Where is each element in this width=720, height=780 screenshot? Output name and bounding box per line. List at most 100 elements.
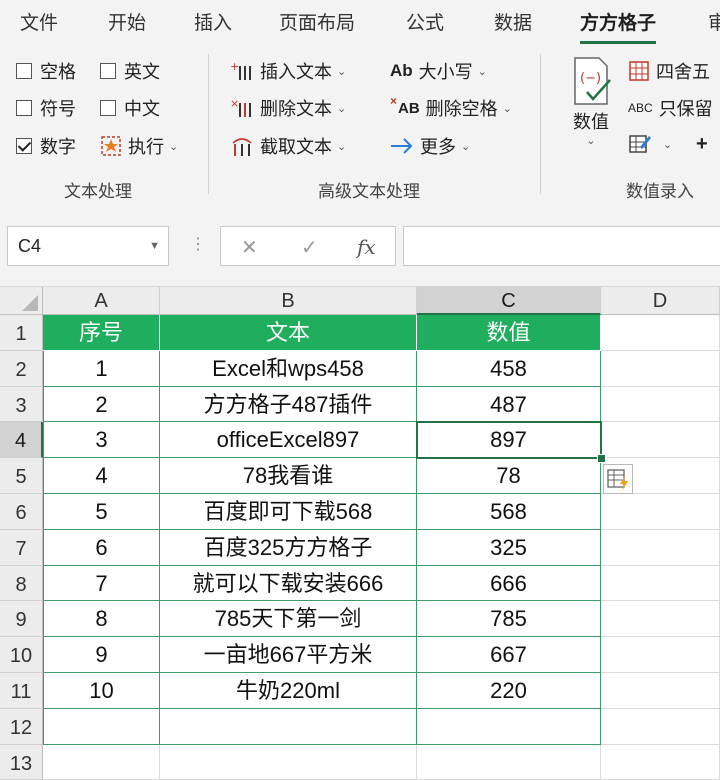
cell-b8[interactable]: 就可以下载安装666	[160, 565, 417, 602]
cell-d2[interactable]	[601, 350, 720, 387]
cell-c5[interactable]: 78	[417, 458, 601, 494]
cancel-icon[interactable]: ✕	[241, 235, 258, 260]
cell-d4[interactable]	[601, 422, 720, 459]
tab-insert[interactable]: 插入	[194, 8, 232, 35]
row-header-9[interactable]: 9	[0, 601, 43, 638]
tab-data[interactable]: 数据	[494, 8, 532, 35]
row-header-12[interactable]: 12	[0, 708, 43, 745]
round-button[interactable]: 四舍五	[628, 58, 710, 84]
tab-fangfang-gezi[interactable]: 方方格子	[580, 8, 657, 44]
extract-text-button[interactable]: 截取文本 ⌄	[230, 133, 346, 159]
cell-c8[interactable]: 666	[417, 565, 601, 602]
cell-a11[interactable]: 10	[43, 673, 160, 709]
cell-c6[interactable]: 568	[417, 494, 601, 530]
column-header-c[interactable]: C	[417, 287, 601, 315]
cell-c13[interactable]	[417, 744, 601, 780]
cell-a5[interactable]: 4	[43, 458, 160, 494]
numeric-button[interactable]: (−) 数值 ⌄	[566, 56, 616, 147]
insert-text-button[interactable]: + 插入文本 ⌄	[230, 58, 346, 84]
formula-input[interactable]	[403, 226, 720, 266]
cell-a9[interactable]: 8	[43, 601, 160, 638]
quick-analysis-icon[interactable]	[603, 464, 633, 494]
row-header-1[interactable]: 1	[0, 315, 43, 351]
column-header-a[interactable]: A	[43, 287, 160, 315]
cell-c3[interactable]: 487	[417, 386, 601, 423]
delete-text-button[interactable]: × 删除文本 ⌄	[230, 95, 346, 121]
cell-d8[interactable]	[601, 565, 720, 602]
keep-only-button[interactable]: ABC 只保留	[628, 95, 713, 121]
cell-b7[interactable]: 百度325方方格子	[160, 529, 417, 566]
cell-a13[interactable]	[43, 744, 160, 780]
row-header-6[interactable]: 6	[0, 494, 43, 530]
drag-handle-icon[interactable]: ⋮	[190, 234, 206, 254]
add-button[interactable]: +	[696, 133, 708, 156]
column-header-b[interactable]: B	[160, 287, 417, 315]
row-header-13[interactable]: 13	[0, 744, 43, 780]
name-box[interactable]: C4 ▼	[7, 226, 169, 266]
cell-d12[interactable]	[601, 708, 720, 745]
checkbox-space[interactable]: 空格	[16, 58, 76, 84]
column-header-d[interactable]: D	[601, 287, 720, 315]
more-button[interactable]: 更多 ⌄	[390, 133, 470, 159]
cell-a10[interactable]: 9	[43, 637, 160, 673]
cell-c7[interactable]: 325	[417, 529, 601, 566]
tab-formulas[interactable]: 公式	[406, 8, 444, 35]
cell-c10[interactable]: 667	[417, 637, 601, 673]
cell-c12[interactable]	[417, 708, 601, 745]
cell-d6[interactable]	[601, 494, 720, 530]
tab-page-layout[interactable]: 页面布局	[279, 8, 355, 35]
row-header-3[interactable]: 3	[0, 386, 43, 423]
cell-b9[interactable]: 785天下第一剑	[160, 601, 417, 638]
cell-a7[interactable]: 6	[43, 529, 160, 566]
row-header-10[interactable]: 10	[0, 637, 43, 673]
cell-d9[interactable]	[601, 601, 720, 638]
row-header-8[interactable]: 8	[0, 565, 43, 602]
checkbox-english[interactable]: 英文	[100, 58, 160, 84]
checkbox-number[interactable]: 数字	[16, 133, 76, 159]
edit-menu-button[interactable]: ⌄	[628, 133, 672, 155]
header-cell-b[interactable]: 文本	[160, 315, 417, 351]
execute-button[interactable]: 执行 ⌄	[100, 133, 178, 159]
cell-b3[interactable]: 方方格子487插件	[160, 386, 417, 423]
row-header-2[interactable]: 2	[0, 350, 43, 387]
tab-home[interactable]: 开始	[108, 8, 146, 35]
select-all-corner[interactable]	[0, 287, 43, 315]
cell-c9[interactable]: 785	[417, 601, 601, 638]
confirm-icon[interactable]: ✓	[301, 235, 318, 260]
header-cell-c[interactable]: 数值	[417, 315, 601, 351]
row-header-11[interactable]: 11	[0, 673, 43, 709]
cell-a3[interactable]: 2	[43, 386, 160, 423]
cell-d3[interactable]	[601, 386, 720, 423]
cell-d1[interactable]	[601, 315, 720, 351]
cell-b2[interactable]: Excel和wps458	[160, 350, 417, 387]
delete-spaces-button[interactable]: × AB 删除空格 ⌄	[390, 94, 512, 121]
tab-file[interactable]: 文件	[20, 8, 58, 35]
row-header-4[interactable]: 4	[0, 422, 43, 459]
cell-b11[interactable]: 牛奶220ml	[160, 673, 417, 709]
cell-b13[interactable]	[160, 744, 417, 780]
cell-d7[interactable]	[601, 529, 720, 566]
cell-a12[interactable]	[43, 708, 160, 745]
cell-b4[interactable]: officeExcel897	[160, 422, 417, 459]
cell-a4[interactable]: 3	[43, 422, 160, 459]
cell-c11[interactable]: 220	[417, 673, 601, 709]
cell-b12[interactable]	[160, 708, 417, 745]
fill-handle[interactable]	[597, 454, 606, 464]
header-cell-a[interactable]: 序号	[43, 315, 160, 351]
cell-a2[interactable]: 1	[43, 350, 160, 387]
cell-b5[interactable]: 78我看谁	[160, 458, 417, 494]
cell-a6[interactable]: 5	[43, 494, 160, 530]
case-button[interactable]: Ab 大小写 ⌄	[390, 58, 487, 84]
row-header-5[interactable]: 5	[0, 458, 43, 494]
cell-a8[interactable]: 7	[43, 565, 160, 602]
checkbox-chinese[interactable]: 中文	[100, 95, 160, 121]
cell-c2[interactable]: 458	[417, 350, 601, 387]
insert-function-icon[interactable]: fx	[357, 235, 376, 259]
cell-d11[interactable]	[601, 673, 720, 709]
cell-d13[interactable]	[601, 744, 720, 780]
tab-review[interactable]: 审	[708, 8, 720, 35]
row-header-7[interactable]: 7	[0, 529, 43, 566]
cell-d10[interactable]	[601, 637, 720, 673]
cell-b10[interactable]: 一亩地667平方米	[160, 637, 417, 673]
checkbox-symbol[interactable]: 符号	[16, 95, 76, 121]
